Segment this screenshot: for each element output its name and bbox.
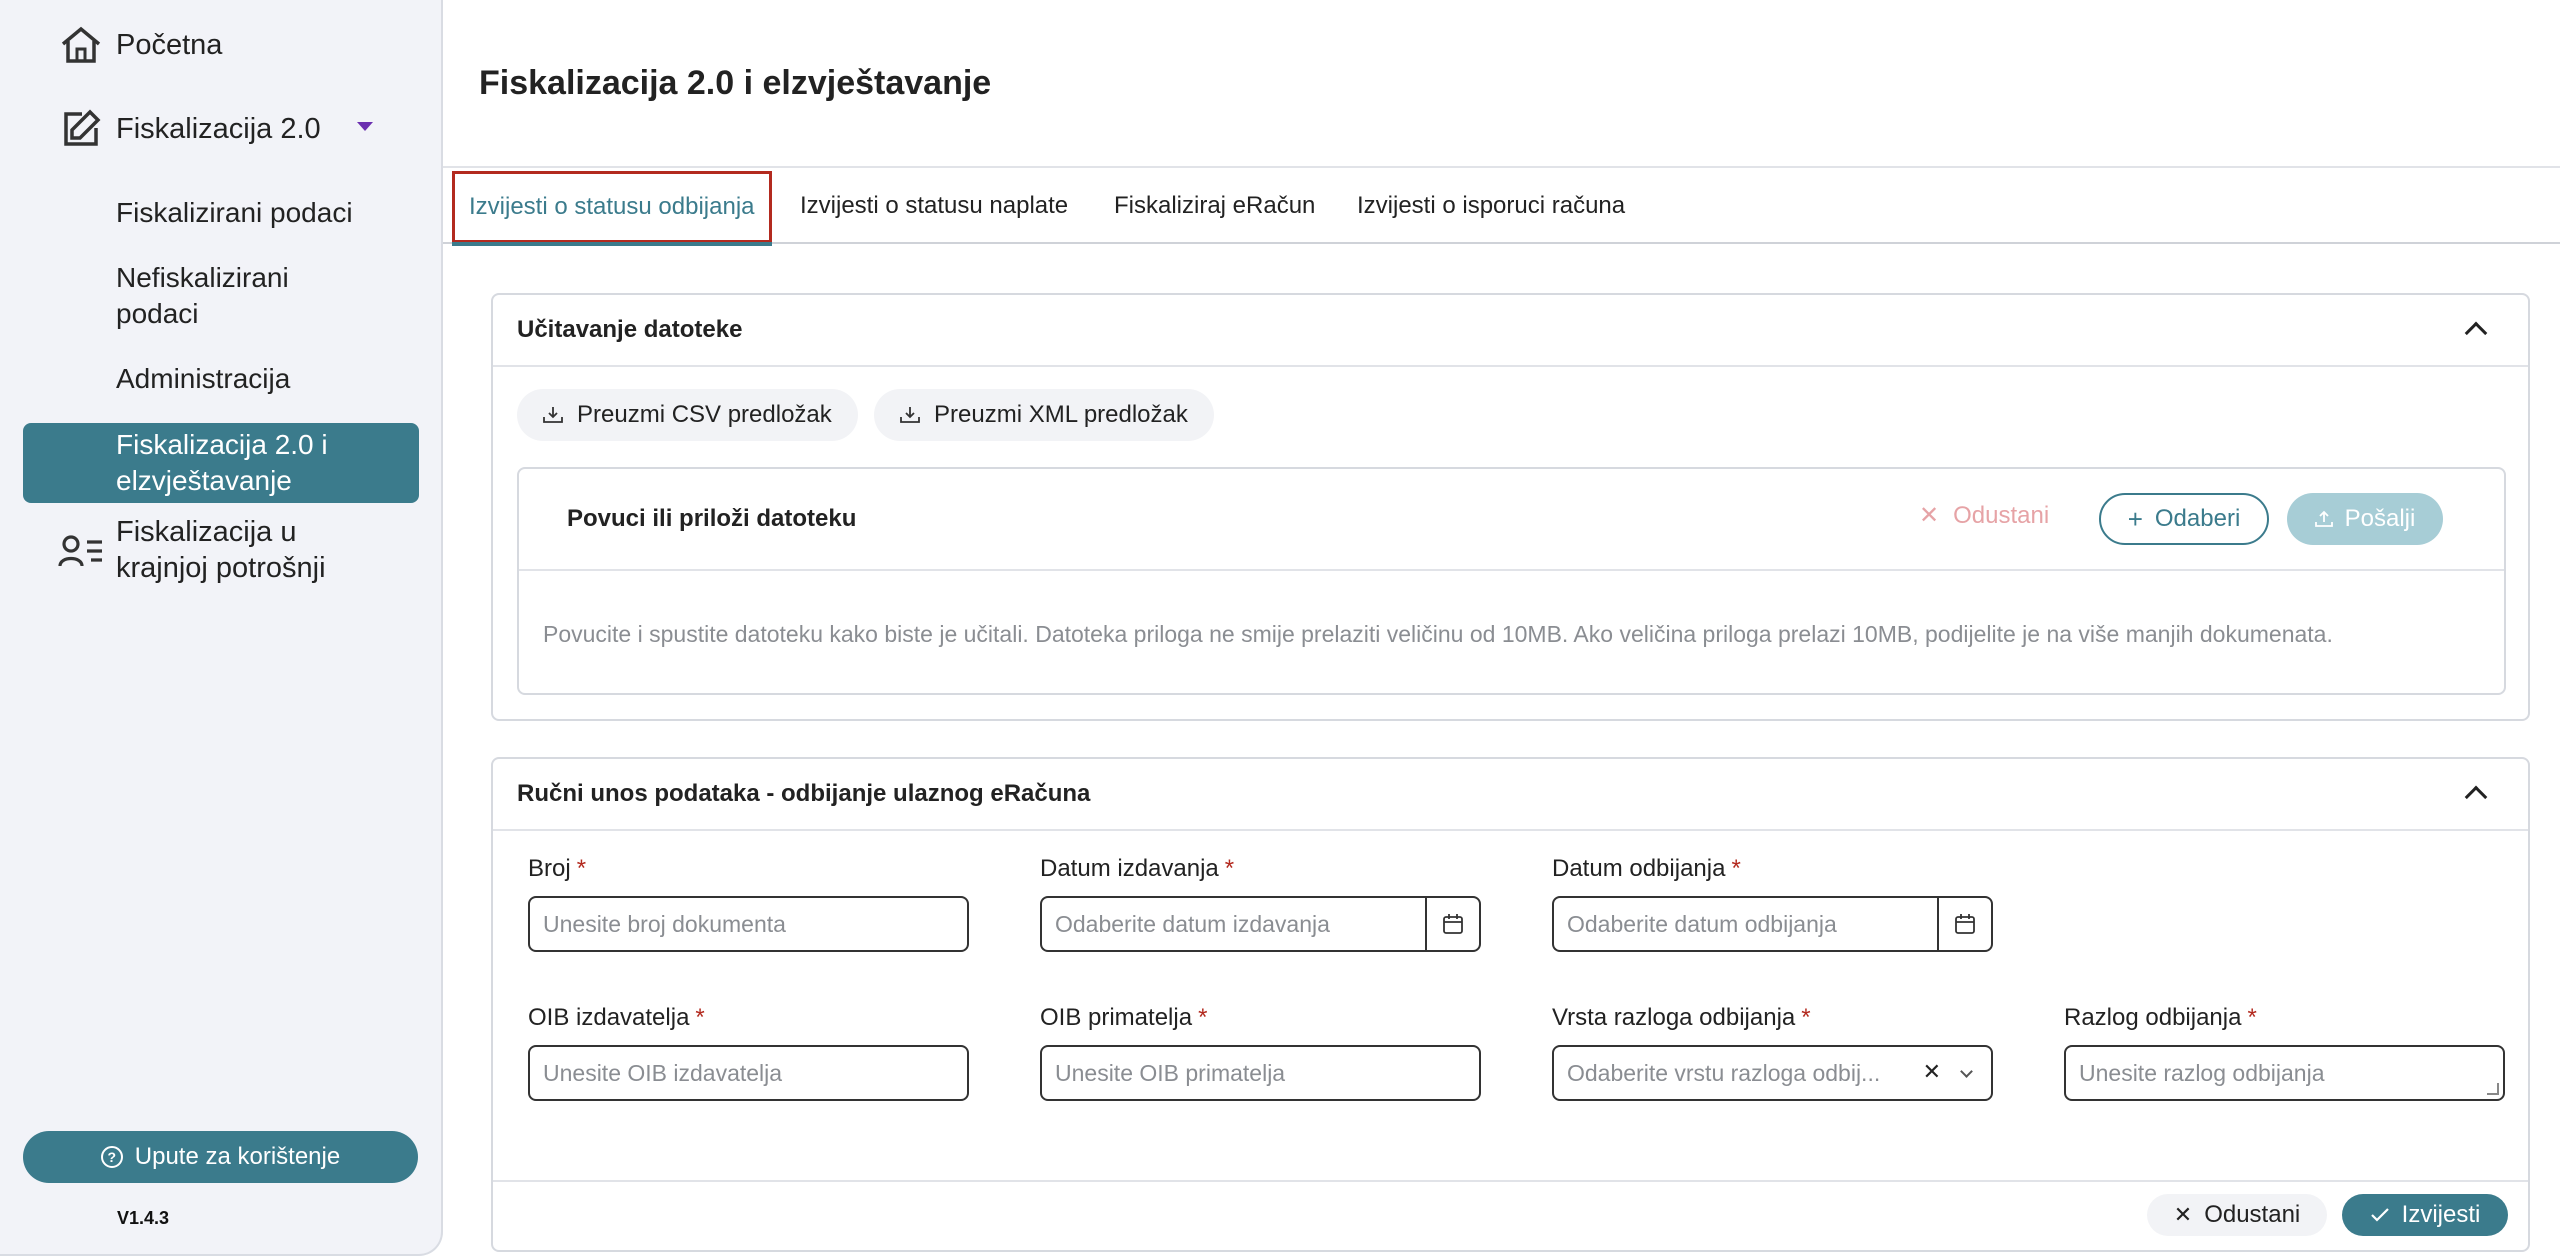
close-icon: ✕	[2173, 1202, 2193, 1227]
required-mark: *	[1731, 855, 1741, 882]
help-button[interactable]: ? Upute za korištenje	[23, 1131, 418, 1183]
required-mark: *	[695, 1004, 705, 1031]
razlog-label: Razlog odbijanja *	[2064, 1004, 2257, 1032]
oib-primatelja-input[interactable]: Unesite OIB primatelja	[1040, 1045, 1481, 1101]
cancel-button[interactable]: ✕ Odustani	[2147, 1194, 2327, 1236]
broj-label-text: Broj	[528, 855, 571, 882]
sidebar-item-fiskalizacija-elzvjestavanje[interactable]: Fiskalizacija 2.0 i elzvještavanje	[23, 423, 419, 503]
chevron-up-icon[interactable]	[2464, 785, 2488, 809]
razlog-label-text: Razlog odbijanja	[2064, 1004, 2242, 1031]
vrsta-razloga-placeholder: Odaberite vrstu razloga odbij...	[1567, 1059, 1881, 1086]
nav-fiskalizacija-krajnja[interactable]: Fiskalizacija u krajnjoj potrošnji	[58, 514, 346, 584]
close-icon: ✕	[1919, 502, 1940, 529]
razlog-placeholder: Unesite razlog odbijanja	[2079, 1059, 2325, 1086]
sidebar-item-administracija[interactable]: Administracija	[116, 361, 290, 397]
manual-card-title: Ručni unos podataka - odbijanje ulaznog …	[517, 780, 1091, 807]
edit-icon	[58, 106, 104, 152]
upload-card: Učitavanje datoteke Preuzmi CSV predloža…	[491, 293, 2530, 721]
clear-icon[interactable]: ✕	[1923, 1059, 1941, 1085]
oib-izdavatelja-label-text: OIB izdavatelja	[528, 1004, 690, 1031]
download-xml-button[interactable]: Preuzmi XML predložak	[874, 389, 1214, 441]
manual-card-header[interactable]: Ručni unos podataka - odbijanje ulaznog …	[493, 759, 2528, 831]
datum-odbijanja-input[interactable]: Odaberite datum odbijanja	[1552, 896, 1937, 952]
user-list-icon	[58, 528, 104, 574]
choose-file-label: Odaberi	[2154, 505, 2241, 532]
datum-izdavanja-label: Datum izdavanja *	[1040, 855, 1234, 883]
oib-primatelja-label: OIB primatelja *	[1040, 1004, 1207, 1032]
tab-isporuka-racuna[interactable]: Izvijesti o isporuci računa	[1357, 168, 1625, 244]
submit-button[interactable]: Izvijesti	[2342, 1194, 2508, 1236]
download-csv-button[interactable]: Preuzmi CSV predložak	[517, 389, 858, 441]
upload-card-header[interactable]: Učitavanje datoteke	[493, 295, 2528, 367]
razlog-textarea[interactable]: Unesite razlog odbijanja	[2064, 1045, 2505, 1101]
manual-entry-card: Ručni unos podataka - odbijanje ulaznog …	[491, 757, 2530, 1252]
send-file-button[interactable]: Pošalji	[2287, 493, 2443, 545]
calendar-icon	[1955, 914, 1975, 934]
sidebar-item-fiskalizirani-podaci[interactable]: Fiskalizirani podaci	[116, 195, 353, 231]
nav-fiskalizacija-2-label: Fiskalizacija 2.0	[116, 112, 321, 145]
help-icon: ?	[100, 1146, 123, 1168]
home-icon	[58, 22, 104, 68]
calendar-icon	[1443, 914, 1463, 934]
vrsta-razloga-label: Vrsta razloga odbijanja *	[1552, 1004, 1811, 1032]
required-mark: *	[2247, 1004, 2257, 1031]
required-mark: *	[1224, 855, 1235, 882]
datum-izdavanja-input[interactable]: Odaberite datum izdavanja	[1040, 896, 1425, 952]
tab-status-odbijanja[interactable]: Izvijesti o statusu odbijanja	[452, 171, 772, 246]
upload-card-title: Učitavanje datoteke	[517, 316, 743, 343]
sidebar-item-label: Fiskalizacija 2.0 i elzvještavanje	[116, 429, 328, 496]
version-label: V1.4.3	[117, 1208, 170, 1228]
download-csv-label: Preuzmi CSV predložak	[577, 401, 832, 428]
required-mark: *	[1198, 1004, 1208, 1031]
page-title: Fiskalizacija 2.0 i elzvještavanje	[479, 64, 992, 102]
nav-home-label: Početna	[116, 28, 223, 61]
plus-icon: +	[2127, 503, 2143, 534]
download-icon	[543, 407, 563, 423]
sidebar-item-nefiskalizirani-podaci[interactable]: Nefiskalizirani podaci	[116, 260, 376, 332]
oib-izdavatelja-label: OIB izdavatelja *	[528, 1004, 705, 1032]
chevron-down-icon[interactable]	[1960, 1065, 1973, 1078]
manual-footer: ✕ Odustani Izvijesti	[493, 1180, 2528, 1250]
nav-home[interactable]: Početna	[58, 17, 222, 73]
tabs-bar: Izvijesti o statusu odbijanja Izvijesti …	[443, 166, 2560, 246]
dropzone-title: Povuci ili priloži datoteku	[567, 505, 857, 532]
chevron-down-icon[interactable]	[357, 122, 373, 131]
check-icon	[2370, 1208, 2389, 1222]
broj-label: Broj *	[528, 855, 586, 883]
nav-fiskalizacija-2[interactable]: Fiskalizacija 2.0	[58, 101, 321, 157]
calendar-button[interactable]	[1425, 896, 1481, 952]
dropzone-hint: Povucite i spustite datoteku kako biste …	[543, 621, 2333, 647]
oib-izdavatelja-input[interactable]: Unesite OIB izdavatelja	[528, 1045, 969, 1101]
datum-odbijanja-label-text: Datum odbijanja	[1552, 855, 1726, 882]
help-button-label: Upute za korištenje	[134, 1143, 341, 1170]
chevron-up-icon[interactable]	[2464, 321, 2488, 345]
datum-izdavanja-label-text: Datum izdavanja	[1040, 855, 1219, 882]
vrsta-razloga-label-text: Vrsta razloga odbijanja	[1552, 1004, 1796, 1031]
resize-handle-icon[interactable]	[2487, 1083, 2499, 1095]
cancel-button-label: Odustani	[2204, 1201, 2301, 1228]
tab-fiskaliziraj-eracun[interactable]: Fiskaliziraj eRačun	[1114, 168, 1315, 244]
dropzone-cancel-button[interactable]: ✕ Odustani	[1919, 501, 2049, 530]
broj-input[interactable]: Unesite broj dokumenta	[528, 896, 969, 952]
submit-button-label: Izvijesti	[2401, 1201, 2481, 1228]
download-xml-label: Preuzmi XML predložak	[934, 401, 1188, 428]
dropzone-cancel-label: Odustani	[1953, 501, 2050, 529]
tab-status-naplate[interactable]: Izvijesti o statusu naplate	[800, 168, 1068, 244]
upload-icon	[2314, 510, 2333, 527]
oib-primatelja-label-text: OIB primatelja	[1040, 1004, 1193, 1031]
download-icon	[900, 407, 920, 423]
send-file-label: Pošalji	[2344, 505, 2416, 532]
vrsta-razloga-select[interactable]: Odaberite vrstu razloga odbij... ✕	[1552, 1045, 1993, 1101]
file-dropzone[interactable]: Povuci ili priloži datoteku ✕ Odustani +…	[517, 467, 2506, 695]
required-mark: *	[1801, 1004, 1811, 1031]
datum-odbijanja-label: Datum odbijanja *	[1552, 855, 1741, 883]
required-mark: *	[576, 855, 587, 882]
calendar-button[interactable]	[1937, 896, 1993, 952]
dropzone-header: Povuci ili priloži datoteku ✕ Odustani +…	[519, 469, 2504, 571]
choose-file-button[interactable]: + Odaberi	[2099, 493, 2269, 545]
sidebar: Početna Fiskalizacija 2.0 Fiskalizirani …	[0, 0, 443, 1256]
nav-fiskalizacija-krajnja-label: Fiskalizacija u krajnjoj potrošnji	[116, 516, 326, 584]
